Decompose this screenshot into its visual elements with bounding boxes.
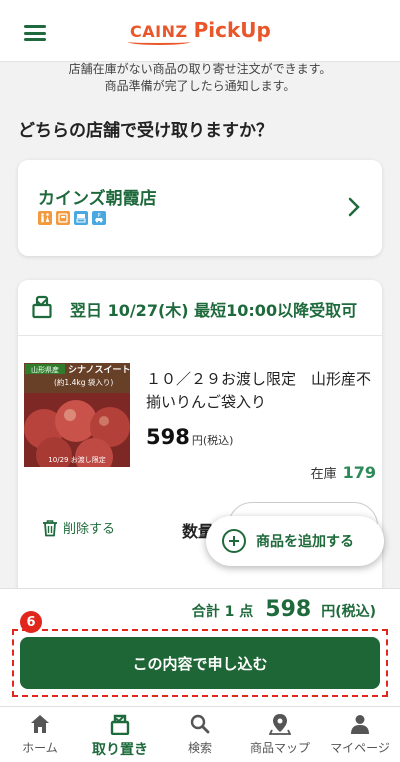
product-price: 598 円(税込)	[146, 425, 233, 449]
stock-label: 在庫	[310, 467, 337, 482]
nav-map[interactable]: 商品マップ	[240, 707, 320, 762]
add-product-button[interactable]: 商品を追加する	[206, 516, 384, 566]
pickup-header: 翌日 10/27(木) 最短10:00以降受取可	[18, 280, 382, 336]
product-image: 山形県産 シナノスイート (約1.4kg 袋入り) 10/29 お渡し限定	[24, 363, 130, 467]
app-logo: CAINZ PickUp	[128, 18, 271, 45]
search-icon	[190, 714, 210, 734]
product-name: １０／２９お渡し限定 山形産不揃いりんご袋入り	[146, 370, 372, 411]
notice-line-2: 商品準備が完了したら通知します。	[104, 79, 296, 93]
atm-icon	[56, 211, 70, 225]
nav-pickup-label: 取り置き	[92, 742, 148, 758]
image-region-text: 山形県産	[31, 365, 59, 374]
service-counter-icon	[74, 211, 88, 225]
facility-icons: P	[38, 211, 106, 225]
stock-value: 179	[342, 463, 376, 482]
image-limited-text: 10/29 お渡し限定	[48, 455, 105, 464]
app-header: CAINZ PickUp	[0, 0, 400, 62]
logo-brand: CAINZ	[128, 22, 190, 45]
logo-product: PickUp	[193, 18, 271, 42]
total-count: 合計 1 点	[191, 604, 254, 620]
stock-info: 在庫 179	[311, 463, 376, 482]
plus-circle-icon	[222, 529, 246, 553]
total-unit: 円(税込)	[321, 604, 376, 620]
delete-label: 削除する	[63, 522, 116, 537]
submit-button[interactable]: この内容で申し込む	[20, 637, 380, 689]
nav-search[interactable]: 検索	[160, 707, 240, 762]
total-price: 598	[265, 597, 312, 622]
menu-icon[interactable]	[24, 25, 46, 41]
nav-home[interactable]: ホーム	[0, 707, 80, 762]
nav-search-label: 検索	[187, 741, 212, 755]
store-question: どちらの店舗で受け取りますか？	[18, 121, 273, 141]
nav-home-label: ホーム	[22, 741, 58, 755]
nav-mypage-label: マイページ	[330, 741, 390, 755]
restroom-icon	[38, 211, 52, 225]
delete-button[interactable]: 削除する	[42, 518, 115, 537]
product-price-unit: 円(税込)	[191, 434, 234, 447]
order-summary: 合計 1 点 598 円(税込) 6 この内容で申し込む	[0, 588, 400, 706]
total-amount: 合計 1 点 598 円(税込)	[192, 597, 376, 622]
trash-icon	[43, 519, 57, 536]
image-variety-text: シナノスイート	[68, 365, 130, 376]
home-icon	[31, 715, 49, 733]
nav-mypage[interactable]: マイページ	[320, 707, 400, 762]
store-name: カインズ朝霞店	[38, 189, 157, 209]
svg-text:P: P	[97, 213, 100, 219]
map-pin-icon	[269, 714, 291, 735]
add-product-label: 商品を追加する	[256, 534, 354, 550]
notice-line-1: 店舗在庫がない商品の取り寄せ注文ができます。	[68, 62, 332, 76]
pickup-bag-icon	[32, 295, 52, 319]
user-icon	[351, 715, 369, 734]
parking-icon: P	[92, 211, 106, 225]
image-weight-text: (約1.4kg 袋入り)	[54, 377, 113, 387]
bottom-nav: ホーム 取り置き 検索 商品マップ マイページ	[0, 706, 400, 762]
nav-pickup[interactable]: 取り置き	[80, 707, 160, 762]
pickup-bag-icon	[110, 714, 130, 735]
store-select-card[interactable]: カインズ朝霞店 P	[18, 160, 382, 256]
product-price-value: 598	[146, 425, 190, 449]
pickup-date: 翌日 10/27(木) 最短10:00以降受取可	[70, 301, 358, 320]
nav-map-label: 商品マップ	[249, 741, 310, 755]
chevron-right-icon	[348, 197, 360, 217]
